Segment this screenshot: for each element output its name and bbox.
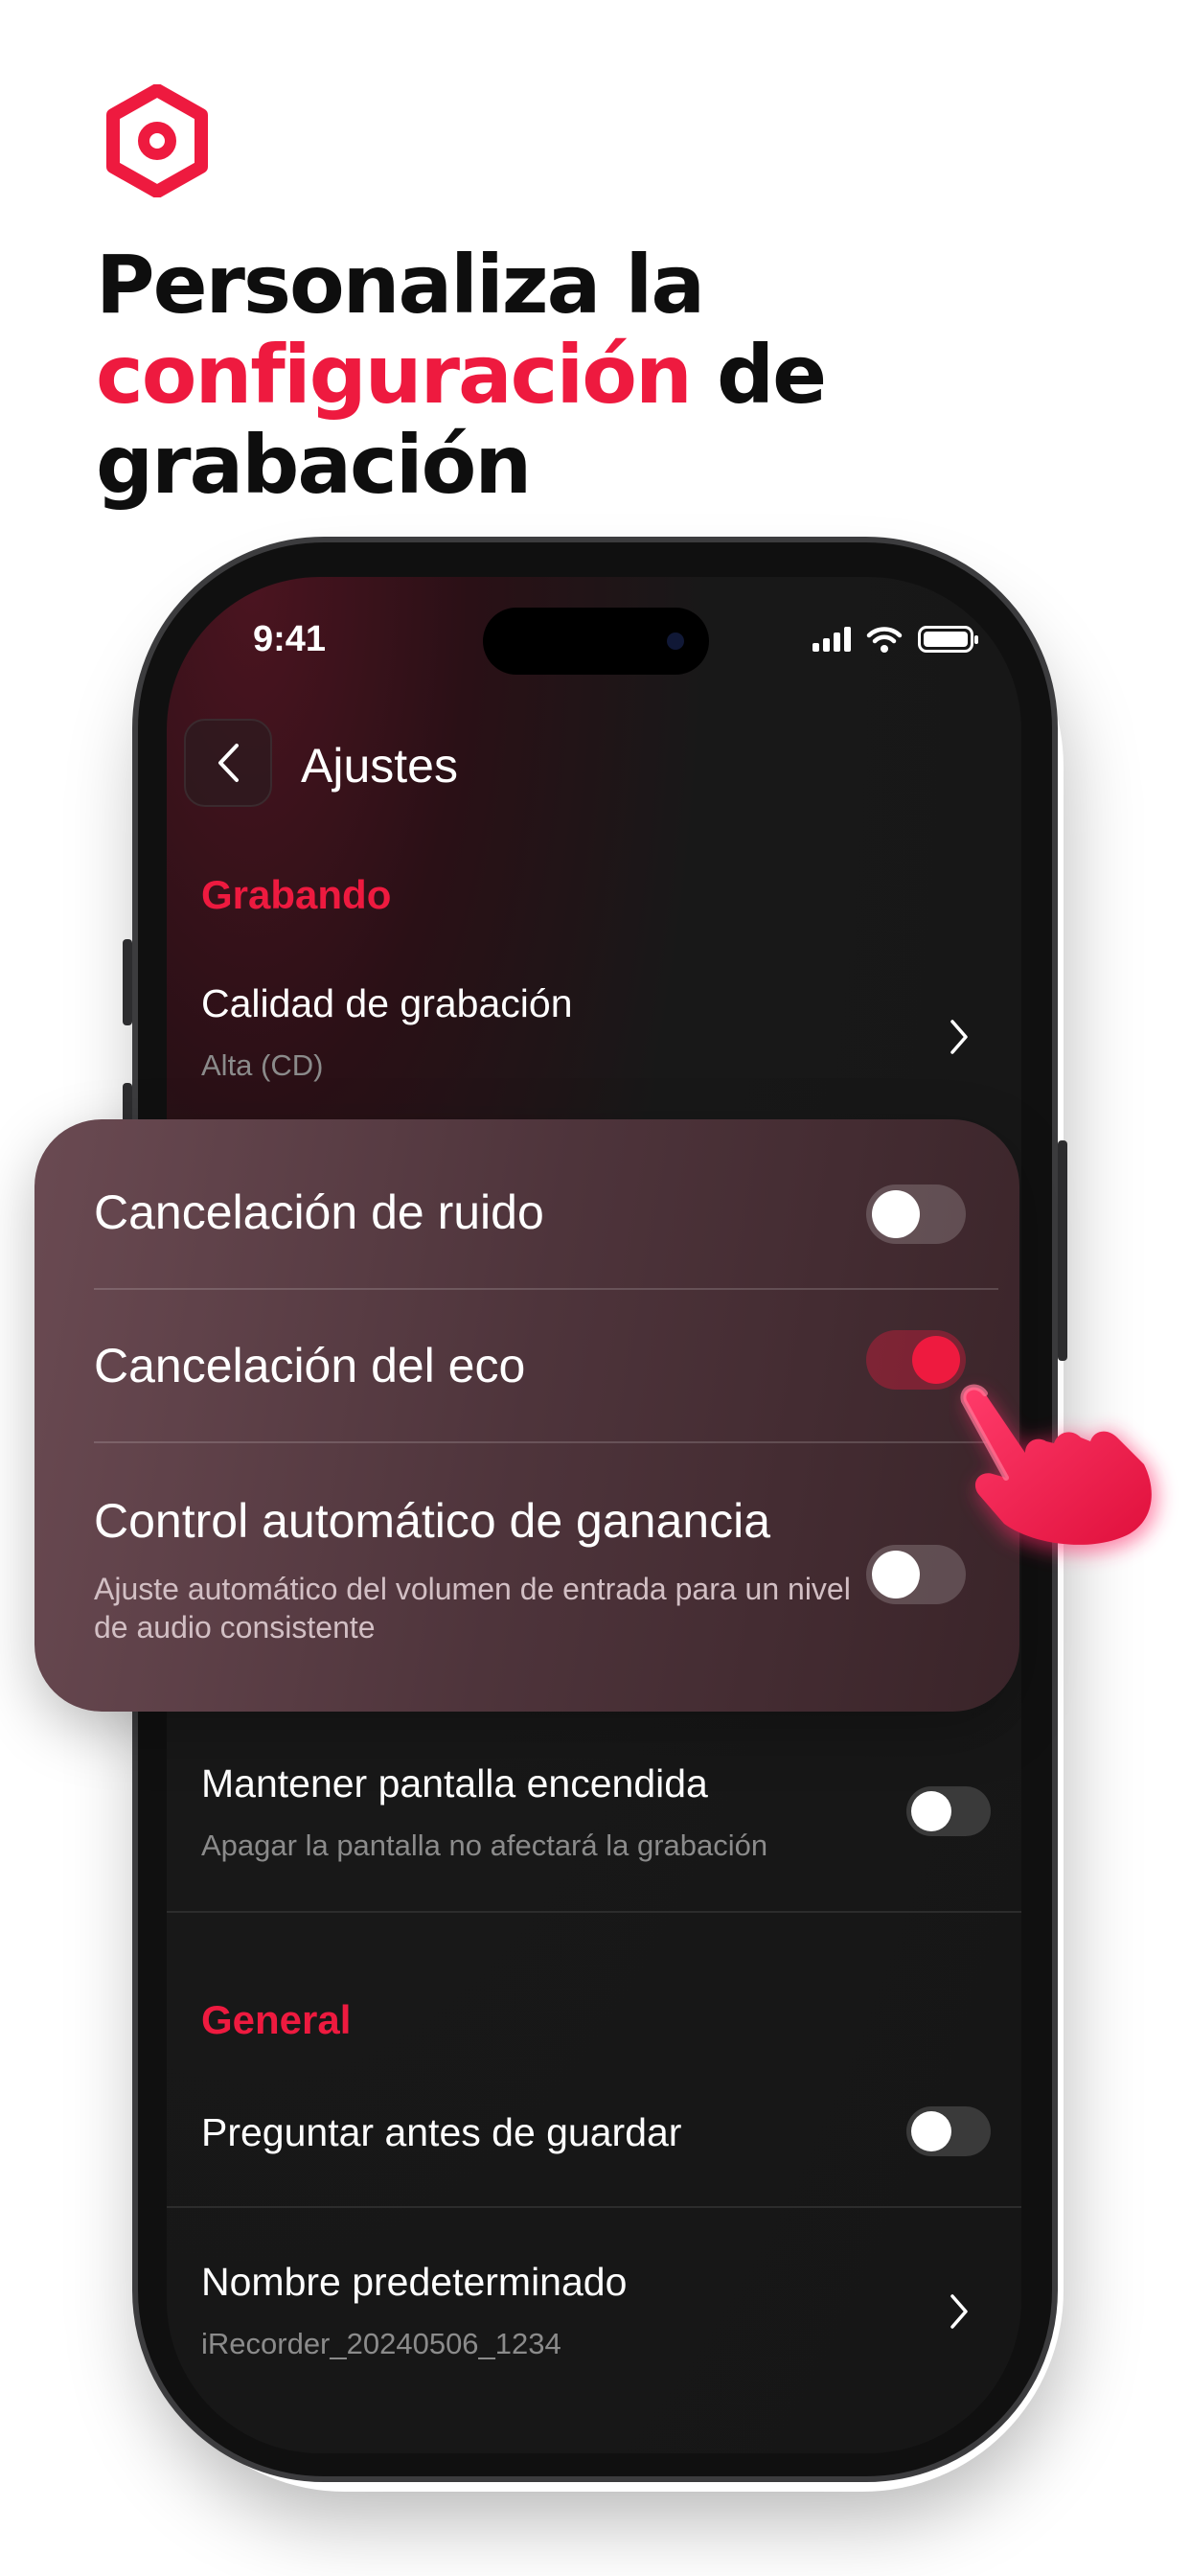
screen-on-subtitle: Apagar la pantalla no afectará la grabac… xyxy=(201,1828,768,1862)
status-icons xyxy=(812,625,978,654)
gain-control-subtitle: Ajuste automático del volumen de entrada… xyxy=(94,1572,851,1644)
headline-line-1: Personaliza la xyxy=(96,238,705,332)
page-title: Ajustes xyxy=(301,739,458,793)
ask-save-title: Preguntar antes de guardar xyxy=(201,2110,682,2154)
status-time: 9:41 xyxy=(253,619,327,659)
dynamic-island xyxy=(483,608,709,675)
chevron-left-icon xyxy=(218,744,239,782)
battery-icon xyxy=(918,626,978,653)
noise-cancel-toggle[interactable] xyxy=(866,1184,966,1244)
headline-accent: configuración xyxy=(96,328,693,422)
headline: Personaliza la configuración de grabació… xyxy=(96,240,1092,510)
toggle-knob xyxy=(872,1551,920,1598)
section-label-general: General xyxy=(201,1997,352,2042)
quality-subtitle: Alta (CD) xyxy=(201,1048,324,1082)
app-logo-icon xyxy=(106,84,208,197)
chevron-right-icon xyxy=(950,2294,968,2329)
divider xyxy=(94,1441,998,1443)
pointing-hand-icon xyxy=(960,1384,1158,1553)
default-name-subtitle: iRecorder_20240506_1234 xyxy=(201,2327,561,2360)
back-button[interactable] xyxy=(184,719,272,807)
side-button xyxy=(1058,1140,1067,1361)
headline-line-3: grabación xyxy=(96,418,532,512)
echo-cancel-title: Cancelación del eco xyxy=(94,1339,526,1392)
toggle-knob xyxy=(911,1791,951,1831)
quality-title: Calidad de grabación xyxy=(201,981,573,1025)
side-button xyxy=(123,939,132,1025)
camera-dot xyxy=(667,632,684,650)
toggle-knob xyxy=(911,2111,951,2151)
noise-cancel-title: Cancelación de ruido xyxy=(94,1185,544,1239)
section-label-recording: Grabando xyxy=(201,872,392,917)
screen-on-toggle[interactable] xyxy=(906,1786,991,1836)
toggle-knob xyxy=(872,1190,920,1238)
chevron-right-icon xyxy=(950,1020,968,1054)
gain-control-title: Control automático de ganancia xyxy=(94,1494,771,1548)
wifi-icon xyxy=(866,627,903,653)
signal-icon xyxy=(812,627,851,652)
default-name-title: Nombre predeterminado xyxy=(201,2260,628,2304)
audio-settings-card: Cancelación de ruido Cancelación del eco… xyxy=(34,1119,1019,1712)
headline-after-accent: de xyxy=(690,328,827,422)
ask-save-toggle[interactable] xyxy=(906,2106,991,2156)
divider xyxy=(94,1288,998,1290)
divider xyxy=(167,2206,1021,2208)
divider xyxy=(167,1911,1021,1913)
screen-on-title: Mantener pantalla encendida xyxy=(201,1761,708,1806)
